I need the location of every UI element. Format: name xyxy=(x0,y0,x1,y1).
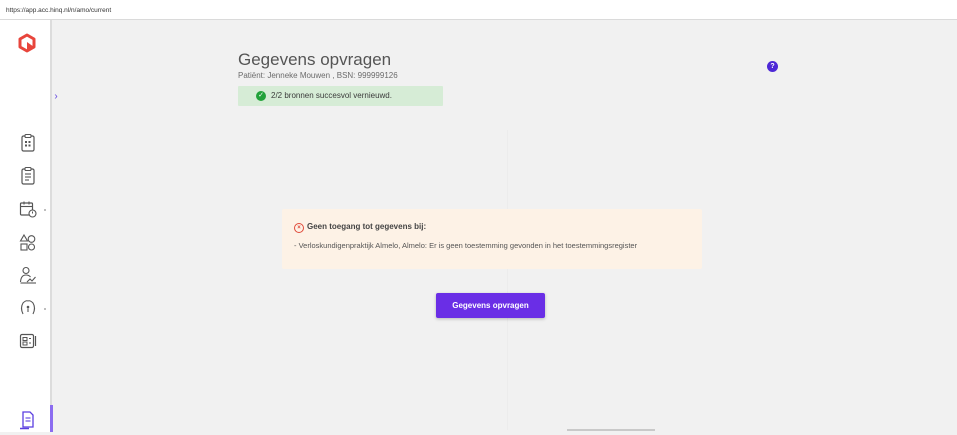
shapes-icon[interactable] xyxy=(18,232,38,252)
check-circle-icon: ✓ xyxy=(256,91,266,101)
page-header: Gegevens opvragen Patiënt: Jenneke Mouwe… xyxy=(238,50,398,81)
app-logo[interactable] xyxy=(17,33,37,53)
nav-indicator-dot xyxy=(44,209,46,211)
nav-indicator-dot xyxy=(44,308,46,310)
warning-title: × Geen toegang tot gegevens bij: xyxy=(294,222,426,233)
url-text: https://app.acc.hinq.nl/n/amo/current xyxy=(6,7,112,14)
clipboard-chart-icon[interactable] xyxy=(18,133,38,153)
request-data-button[interactable]: Gegevens opvragen xyxy=(436,293,545,318)
page-title: Gegevens opvragen xyxy=(238,50,392,69)
success-message: 2/2 bronnen succesvol vernieuwd. xyxy=(271,91,392,100)
calendar-clock-icon[interactable] xyxy=(18,199,38,219)
success-banner: ✓ 2/2 bronnen succesvol vernieuwd. xyxy=(238,86,443,106)
patient-info: Patiënt: Jenneke Mouwen , BSN: 999999126 xyxy=(238,71,398,80)
document-edit-icon[interactable] xyxy=(18,410,38,430)
user-chart-icon[interactable] xyxy=(18,265,38,285)
id-card-icon[interactable] xyxy=(18,331,38,351)
warning-detail: - Verloskundigenpraktijk Almelo, Almelo:… xyxy=(294,241,638,250)
bottom-scroll-indicator xyxy=(567,429,655,431)
sidebar-expand-chevron-icon[interactable]: › xyxy=(50,90,62,104)
divider xyxy=(507,130,508,430)
pregnancy-icon[interactable] xyxy=(18,298,38,318)
access-warning-panel: × Geen toegang tot gegevens bij: - Verlos… xyxy=(282,209,702,269)
error-circle-icon: × xyxy=(294,223,304,233)
active-nav-indicator xyxy=(50,405,53,432)
help-icon[interactable]: ? xyxy=(767,61,778,72)
sidebar xyxy=(0,20,52,432)
address-bar[interactable]: https://app.acc.hinq.nl/n/amo/current xyxy=(0,5,957,20)
clipboard-list-icon[interactable] xyxy=(18,166,38,186)
warning-title-text: Geen toegang tot gegevens bij: xyxy=(307,222,427,231)
